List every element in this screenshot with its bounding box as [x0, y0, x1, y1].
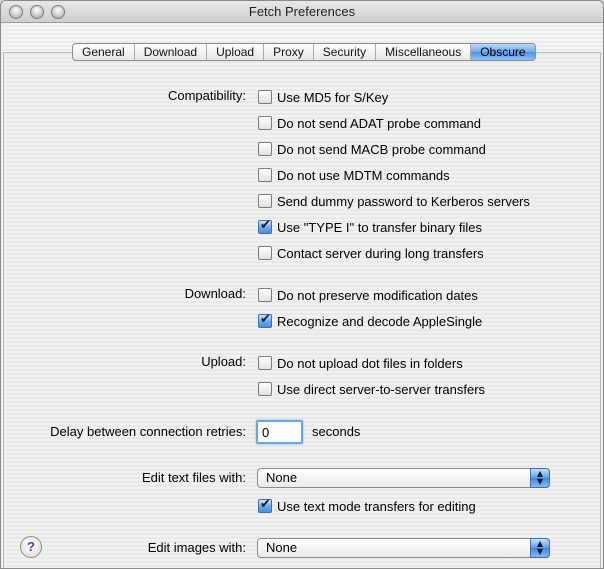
checkbox-box[interactable] [258, 288, 272, 302]
updown-arrows-icon: ▲ ▼ [530, 538, 550, 558]
checkbox-label: Use direct server-to-server transfers [277, 381, 486, 397]
checkbox-no-macb[interactable]: Do not send MACB probe command [258, 140, 486, 158]
checkbox-box[interactable] [258, 356, 272, 370]
checkbox-label: Do not use MDTM commands [277, 167, 450, 183]
checkbox-no-dot-files[interactable]: Do not upload dot files in folders [258, 354, 463, 372]
checkbox-label: Do not preserve modification dates [277, 287, 478, 303]
tab-general[interactable]: General [73, 44, 135, 60]
checkmark-icon[interactable] [258, 218, 272, 234]
tab-miscellaneous[interactable]: Miscellaneous [376, 44, 472, 60]
checkbox-box[interactable] [258, 194, 272, 208]
tab-upload[interactable]: Upload [207, 44, 265, 60]
preferences-window: Fetch Preferences General Download Uploa… [0, 0, 604, 569]
download-label: Download: [184, 286, 246, 301]
checkbox-text-mode-editing[interactable]: Use text mode transfers for editing [258, 497, 476, 515]
checkbox-label: Do not upload dot files in folders [277, 355, 463, 371]
edit-images-label: Edit images with: [147, 540, 246, 555]
edit-text-label: Edit text files with: [141, 470, 246, 485]
checkmark-icon[interactable] [258, 497, 272, 513]
tab-security[interactable]: Security [314, 44, 377, 60]
edit-text-popup[interactable]: None ▲ ▼ [257, 468, 550, 488]
delay-unit-label: seconds [312, 424, 361, 439]
checkbox-label: Send dummy password to Kerberos servers [277, 193, 530, 209]
checkbox-label: Use MD5 for S/Key [277, 89, 389, 105]
checkbox-label: Recognize and decode AppleSingle [277, 313, 483, 329]
checkbox-label: Contact server during long transfers [277, 245, 484, 261]
checkbox-label: Use "TYPE I" to transfer binary files [277, 219, 483, 235]
updown-arrows-icon: ▲ ▼ [530, 468, 550, 488]
checkbox-box[interactable] [258, 246, 272, 260]
edit-text-selected-value: None [266, 470, 298, 485]
edit-images-popup[interactable]: None ▲ ▼ [257, 538, 550, 558]
checkbox-no-preserve-dates[interactable]: Do not preserve modification dates [258, 286, 478, 304]
checkbox-label: Do not send MACB probe command [277, 141, 486, 157]
checkbox-label: Do not send ADAT probe command [277, 115, 482, 131]
checkbox-use-md5[interactable]: Use MD5 for S/Key [258, 88, 388, 106]
checkbox-type-i[interactable]: Use "TYPE I" to transfer binary files [258, 218, 482, 236]
checkbox-box[interactable] [258, 116, 272, 130]
checkbox-dummy-kerberos[interactable]: Send dummy password to Kerberos servers [258, 192, 530, 210]
window-title: Fetch Preferences [248, 4, 356, 19]
checkbox-no-adat[interactable]: Do not send ADAT probe command [258, 114, 481, 132]
checkbox-applesingle[interactable]: Recognize and decode AppleSingle [258, 312, 482, 330]
checkbox-box[interactable] [258, 90, 272, 104]
tab-download[interactable]: Download [135, 44, 208, 60]
checkmark-icon[interactable] [258, 312, 272, 328]
checkbox-no-mdtm[interactable]: Do not use MDTM commands [258, 166, 450, 184]
compatibility-label: Compatibility: [167, 88, 246, 103]
checkbox-box[interactable] [258, 168, 272, 182]
checkbox-box[interactable] [258, 382, 272, 396]
delay-seconds-input[interactable] [256, 420, 303, 444]
tab-proxy[interactable]: Proxy [264, 44, 314, 60]
tab-bar: General Download Upload Proxy Security M… [72, 43, 536, 61]
checkbox-server-to-server[interactable]: Use direct server-to-server transfers [258, 380, 485, 398]
checkbox-contact-server[interactable]: Contact server during long transfers [258, 244, 484, 262]
delay-label: Delay between connection retries: [50, 424, 246, 439]
edit-images-selected-value: None [266, 540, 298, 555]
upload-label: Upload: [201, 354, 246, 369]
tab-obscure[interactable]: Obscure [471, 44, 535, 60]
checkbox-box[interactable] [258, 142, 272, 156]
checkbox-label: Use text mode transfers for editing [277, 498, 476, 514]
help-icon[interactable]: ? [20, 536, 42, 558]
title-bar: Fetch Preferences [1, 1, 603, 23]
